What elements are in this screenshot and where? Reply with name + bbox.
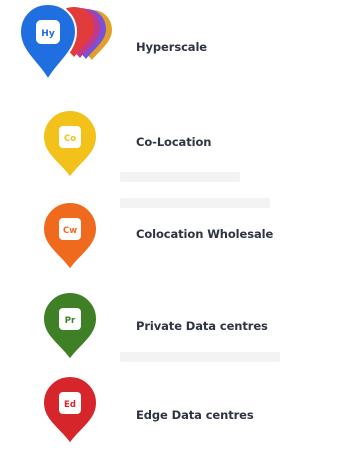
hyperscale-pin-icon: Hy [18,2,112,92]
private-data-centre-pin-glyph: Pr [65,316,76,326]
co-location-pin-glyph: Co [64,134,76,144]
legend-label-hyperscale: Hyperscale [136,40,207,54]
legend-item-co-location[interactable]: Co Co-Location [0,100,351,182]
legend-item-private-data-centres[interactable]: Pr Private Data centres [0,282,351,362]
legend-item-colocation-wholesale[interactable]: Cw Colocation Wholesale [0,192,351,272]
co-location-pin-icon: Co [18,100,108,190]
legend-item-edge-data-centres[interactable]: Ed Edge Data centres [0,366,351,446]
legend-item-hyperscale[interactable]: Hy Hyperscale [0,2,351,83]
private-data-centre-pin-icon: Pr [18,282,108,372]
colocation-wholesale-pin-icon: Cw [18,192,108,282]
colocation-wholesale-pin-glyph: Cw [63,226,77,236]
hyperscale-pin-glyph: Hy [41,29,55,39]
legend-label-edge-data-centres: Edge Data centres [136,408,254,422]
legend-label-co-location: Co-Location [136,135,212,149]
edge-data-centre-pin-glyph: Ed [64,400,76,410]
edge-data-centre-pin-icon: Ed [18,366,108,456]
data-centre-legend: Hy Hyperscale Co Co-Location Cw Colocati… [0,0,351,446]
legend-label-colocation-wholesale: Colocation Wholesale [136,227,274,241]
legend-label-private-data-centres: Private Data centres [136,319,268,333]
